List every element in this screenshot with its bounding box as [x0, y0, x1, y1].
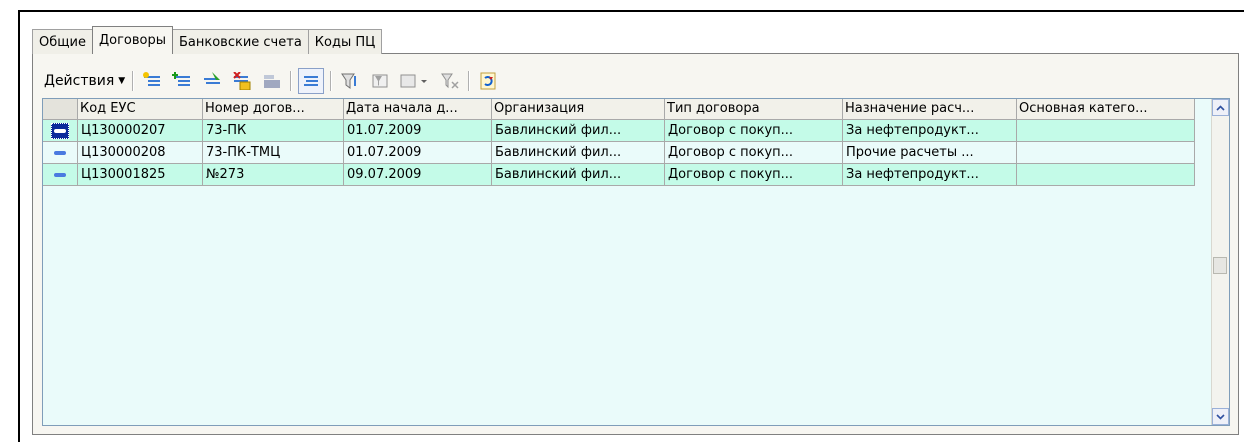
scroll-thumb[interactable] [1213, 257, 1227, 274]
scroll-up-button[interactable] [1212, 99, 1229, 116]
tab-pc-codes[interactable]: Коды ПЦ [307, 29, 383, 54]
cell-main-category [1017, 142, 1195, 163]
hierarchy-button[interactable] [298, 68, 325, 94]
header-icon-column [43, 99, 78, 119]
row-selected-icon [51, 122, 69, 139]
row-item-icon [51, 167, 69, 183]
actions-label: Действия [44, 73, 115, 89]
toolbar-separator [330, 71, 333, 91]
tab-bank-accounts[interactable]: Банковские счета [171, 29, 309, 54]
cell-organization: Бавлинский фил... [492, 142, 665, 163]
cell-code-eus: Ц130000207 [78, 120, 203, 141]
cell-main-category [1017, 120, 1195, 141]
add-button[interactable] [140, 69, 164, 93]
cell-start-date: 09.07.2009 [344, 164, 492, 185]
cell-contract-type: Договор с покуп... [665, 120, 843, 141]
ok-icon [264, 75, 281, 88]
cell-organization: Бавлинский фил... [492, 120, 665, 141]
header-code-eus[interactable]: Код ЕУС [78, 99, 203, 119]
cell-code-eus: Ц130001825 [78, 164, 203, 185]
cell-payment-purpose: За нефтепродукт... [843, 120, 1017, 141]
table-header: Код ЕУС Номер догов... Дата начала д... … [43, 99, 1195, 120]
cell-contract-number: №273 [203, 164, 344, 185]
filter-list-button[interactable] [368, 69, 392, 93]
scroll-down-button[interactable] [1212, 408, 1229, 425]
row-indicator [43, 120, 78, 141]
clear-filter-button[interactable] [438, 69, 462, 93]
filter-list-icon [372, 74, 388, 88]
header-contract-type[interactable]: Тип договора [665, 99, 843, 119]
tab-general[interactable]: Общие [32, 29, 93, 54]
table-row[interactable]: Ц130000207 73-ПК 01.07.2009 Бавлинский ф… [43, 120, 1195, 142]
cell-payment-purpose: Прочие расчеты ... [843, 142, 1017, 163]
cell-contract-number: 73-ПК-ТМЦ [203, 142, 344, 163]
cell-code-eus: Ц130000208 [78, 142, 203, 163]
delete-button[interactable] [230, 69, 254, 93]
table-row[interactable]: Ц130001825 №273 09.07.2009 Бавлинский фи… [43, 164, 1195, 186]
toolbar-separator [468, 71, 471, 91]
cell-contract-number: 73-ПК [203, 120, 344, 141]
copy-icon [204, 72, 221, 84]
contracts-table[interactable]: Код ЕУС Номер догов... Дата начала д... … [42, 98, 1230, 426]
filter-dropdown-button[interactable] [398, 69, 432, 93]
row-indicator [43, 142, 78, 163]
cell-organization: Бавлинский фил... [492, 164, 665, 185]
header-start-date[interactable]: Дата начала д... [344, 99, 492, 119]
add-icon [143, 72, 161, 86]
filter-icon [341, 73, 357, 89]
header-organization[interactable]: Организация [492, 99, 665, 119]
cell-payment-purpose: За нефтепродукт... [843, 164, 1017, 185]
chevron-up-icon [1216, 104, 1225, 111]
cell-main-category [1017, 164, 1195, 185]
clear-filter-icon [441, 73, 459, 89]
table-row[interactable]: Ц130000208 73-ПК-ТМЦ 01.07.2009 Бавлинск… [43, 142, 1195, 164]
cell-contract-type: Договор с покуп... [665, 142, 843, 163]
cell-start-date: 01.07.2009 [344, 142, 492, 163]
refresh-icon [480, 72, 496, 90]
actions-menu-button[interactable]: Действия ▼ [40, 68, 129, 94]
filter-dropdown-icon [400, 74, 428, 88]
row-indicator [43, 164, 78, 185]
cell-contract-type: Договор с покуп... [665, 164, 843, 185]
tab-bar: Общие Договоры Банковские счета Коды ПЦ [32, 26, 383, 54]
toolbar-separator [132, 71, 135, 91]
cell-start-date: 01.07.2009 [344, 120, 492, 141]
vertical-scrollbar[interactable] [1211, 99, 1229, 425]
chevron-down-icon: ▼ [118, 76, 126, 86]
toolbar-separator [290, 71, 293, 91]
header-contract-number[interactable]: Номер догов... [203, 99, 344, 119]
filter-button[interactable] [338, 69, 362, 93]
refresh-button[interactable] [476, 69, 500, 93]
ok-button[interactable] [260, 69, 284, 93]
add-group-icon [172, 72, 191, 86]
tab-contracts[interactable]: Договоры [91, 26, 173, 54]
hierarchy-icon [304, 76, 319, 86]
header-payment-purpose[interactable]: Назначение расч... [843, 99, 1017, 119]
copy-button[interactable] [200, 69, 224, 93]
row-item-icon [51, 145, 69, 161]
header-main-category[interactable]: Основная катего... [1017, 99, 1195, 119]
add-group-button[interactable] [170, 69, 194, 93]
toolbar: Действия ▼ [40, 67, 503, 95]
delete-icon [233, 72, 251, 90]
chevron-down-icon [1216, 413, 1225, 420]
